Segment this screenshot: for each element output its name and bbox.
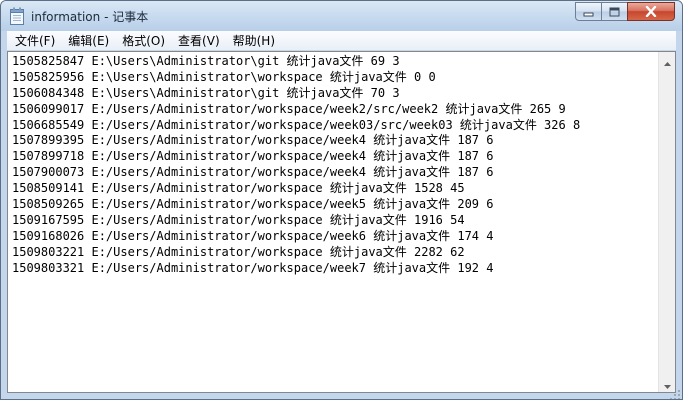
arrow-up-icon <box>663 51 671 70</box>
maximize-button[interactable] <box>601 2 628 21</box>
close-button[interactable] <box>627 2 675 21</box>
maximize-icon <box>609 2 620 21</box>
text-line: 1506099017 E:/Users/Administrator/worksp… <box>12 101 566 116</box>
minimize-button[interactable] <box>575 2 602 21</box>
menu-bar: 文件(F) 编辑(E) 格式(O) 查看(V) 帮助(H) <box>7 31 676 51</box>
scroll-up-button[interactable] <box>659 52 675 69</box>
text-line: 1506685549 E:/Users/Administrator/worksp… <box>12 117 581 132</box>
text-line: 1507899718 E:/Users/Administrator/worksp… <box>12 149 494 164</box>
title-bar[interactable]: information - 记事本 <box>1 1 682 31</box>
text-line: 1509803321 E:/Users/Administrator/worksp… <box>12 260 494 275</box>
text-line: 1508509265 E:/Users/Administrator/worksp… <box>12 197 494 212</box>
menu-edit[interactable]: 编辑(E) <box>63 31 114 51</box>
text-line: 1509168026 E:/Users/Administrator/worksp… <box>12 228 494 243</box>
text-line: 1509803221 E:/Users/Administrator/worksp… <box>12 244 465 259</box>
menu-view[interactable]: 查看(V) <box>173 31 225 51</box>
text-line: 1506084348 E:\Users\Administrator\git 统计… <box>12 85 400 100</box>
text-line: 1505825956 E:\Users\Administrator\worksp… <box>12 69 436 84</box>
editor-frame: 1505825847 E:\Users\Administrator\git 统计… <box>7 51 676 393</box>
minimize-icon <box>583 2 594 21</box>
text-line: 1509167595 E:/Users/Administrator/worksp… <box>12 212 465 227</box>
text-editor[interactable]: 1505825847 E:\Users\Administrator\git 统计… <box>8 52 659 392</box>
text-line: 1507899395 E:/Users/Administrator/worksp… <box>12 133 494 148</box>
text-line: 1508509141 E:/Users/Administrator/worksp… <box>12 181 465 196</box>
text-line: 1505825847 E:\Users\Administrator\git 统计… <box>12 54 400 68</box>
window-title: information - 记事本 <box>31 10 149 24</box>
resize-grip-icon[interactable] <box>669 386 681 399</box>
menu-help[interactable]: 帮助(H) <box>228 31 280 51</box>
menu-format[interactable]: 格式(O) <box>117 31 170 51</box>
close-icon <box>645 2 657 21</box>
text-line: 1507900073 E:/Users/Administrator/worksp… <box>12 165 494 180</box>
notepad-window: information - 记事本 文件(F) 编辑(E) 格式(O) 查看(V… <box>0 0 683 400</box>
menu-file[interactable]: 文件(F) <box>10 31 60 51</box>
notepad-icon[interactable] <box>9 7 25 25</box>
vertical-scrollbar[interactable] <box>658 52 675 392</box>
